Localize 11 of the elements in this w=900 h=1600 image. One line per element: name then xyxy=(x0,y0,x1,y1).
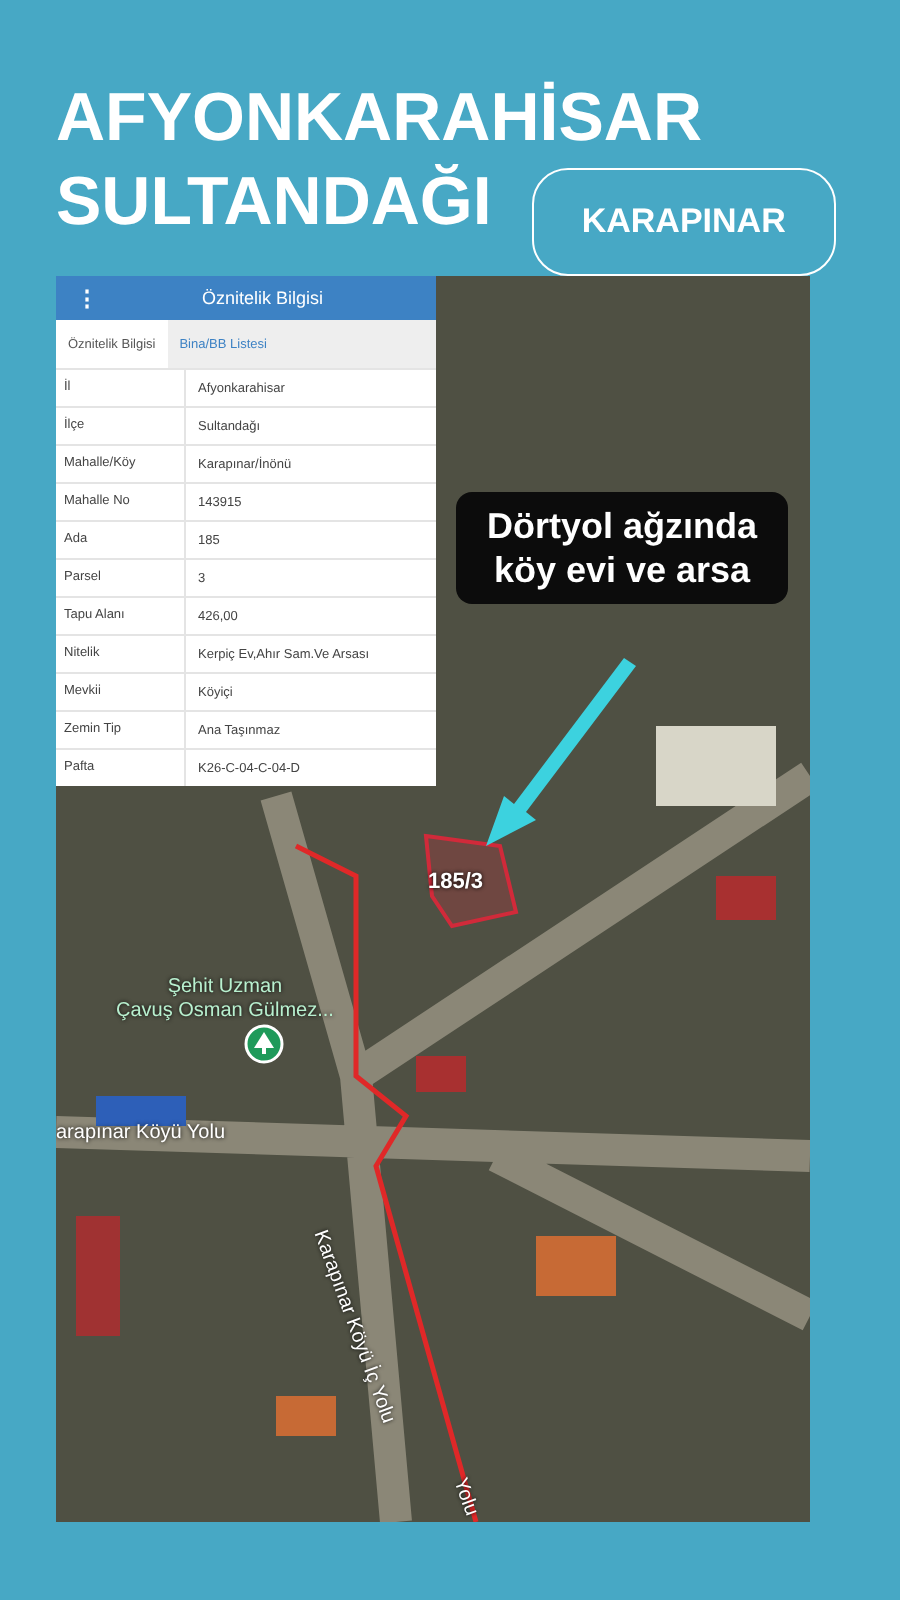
title-line: AFYONKARAHİSAR xyxy=(56,78,704,160)
parcel-outline xyxy=(423,833,519,929)
callout-label: Dörtyol ağzında köy evi ve arsa xyxy=(456,492,788,604)
parcel-number: 185/3 xyxy=(428,870,484,894)
road-label: Yolu xyxy=(448,1475,482,1519)
title-line: SULTANDAĞI xyxy=(56,162,492,244)
road-label: arapınar Köyü Yolu xyxy=(56,1122,226,1144)
tree-pin-icon xyxy=(244,1024,284,1064)
menu-icon[interactable]: ⋮ xyxy=(76,285,98,311)
panel-title: Öznitelik Bilgisi xyxy=(202,288,324,308)
place-label: Şehit Uzman Çavuş Osman Gülmez... xyxy=(116,976,334,1024)
